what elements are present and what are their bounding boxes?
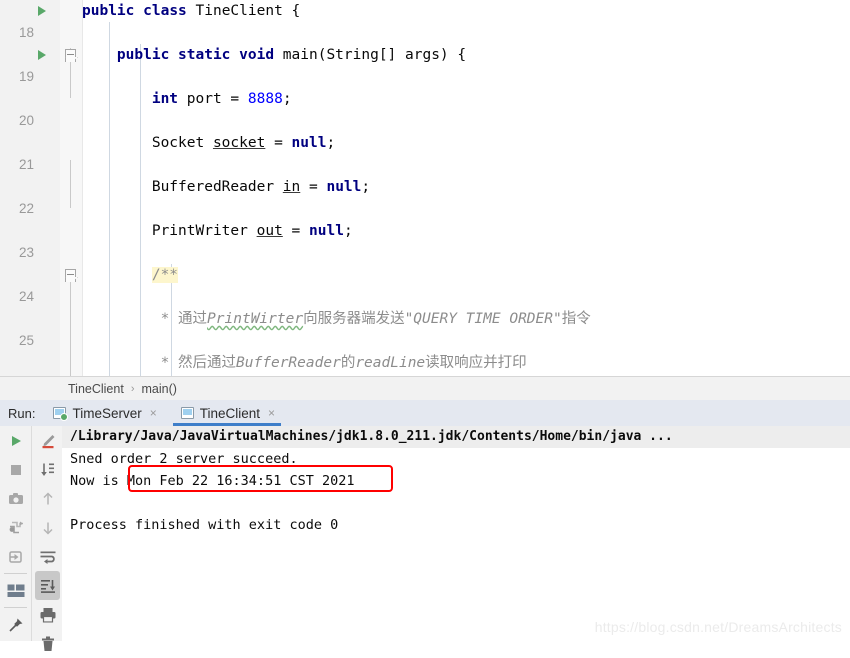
line-number: 22 — [18, 201, 34, 216]
console-line: Sned order 2 server succeed. — [70, 451, 298, 467]
camera-snapshot-icon[interactable] — [0, 484, 31, 513]
code-text: /** — [151, 267, 179, 283]
console-line: Now is Mon Feb 22 16:34:51 CST 2021 — [70, 473, 355, 489]
breadcrumb[interactable]: TineClient › main() — [0, 376, 850, 402]
down-arrow-icon[interactable] — [32, 513, 63, 542]
tab-label: TimeServer — [72, 405, 142, 421]
breadcrumb-item-class[interactable]: TineClient — [68, 382, 124, 396]
tab-tineclient[interactable]: TineClient × — [172, 400, 282, 426]
line-number: 25 — [18, 333, 34, 348]
run-gutter-arrow-icon[interactable] — [38, 50, 46, 60]
breadcrumb-item-method[interactable]: main() — [141, 382, 176, 396]
line-number: 18 — [18, 25, 34, 40]
code-lines[interactable]: 18 public class TineClient { 19 public s… — [0, 0, 850, 376]
tab-timeserver[interactable]: TimeServer × — [45, 400, 162, 426]
run-gutter-arrow-icon[interactable] — [38, 6, 46, 16]
code-text: public static void main(String[] args) { — [116, 47, 467, 63]
toolbar-divider — [4, 573, 27, 574]
fold-arrow-icon[interactable] — [65, 49, 76, 62]
code-text: * 通过PrintWirter向服务器端发送"QUERY TIME ORDER"… — [160, 311, 591, 327]
code-line[interactable]: 20 int port = 8888; — [0, 88, 850, 128]
pin-tab-icon[interactable] — [0, 610, 31, 639]
trash-icon[interactable] — [32, 629, 63, 658]
close-icon[interactable]: × — [268, 407, 275, 419]
run-tool-window: /Library/Java/JavaVirtualMachines/jdk1.8… — [0, 426, 850, 651]
code-line[interactable]: 21 Socket socket = null; — [0, 132, 850, 172]
run-panel-label: Run: — [8, 405, 36, 421]
code-line[interactable]: 26 * 然后通过BufferReader的readLine读取响应并打印 — [0, 352, 850, 374]
print-icon[interactable] — [32, 600, 63, 629]
console-line-exit: Process finished with exit code 0 — [70, 517, 339, 533]
line-number: 20 — [18, 113, 34, 128]
close-icon[interactable]: × — [150, 407, 157, 419]
use-soft-wraps-icon[interactable] — [32, 542, 63, 571]
code-text: Socket socket = null; — [151, 135, 336, 151]
tab-label: TineClient — [199, 405, 261, 421]
dump-threads-icon[interactable] — [0, 513, 31, 542]
code-line[interactable]: 24 /** — [0, 264, 850, 304]
run-config-icon — [53, 407, 69, 421]
watermark: https://blog.csdn.net/DreamsArchitects — [594, 619, 842, 635]
code-editor[interactable]: 18 public class TineClient { 19 public s… — [0, 0, 850, 376]
console-output[interactable]: /Library/Java/JavaVirtualMachines/jdk1.8… — [62, 426, 850, 641]
run-config-icon — [180, 407, 194, 419]
code-line[interactable]: 19 public static void main(String[] args… — [0, 44, 850, 84]
code-text: public class TineClient { — [82, 3, 301, 19]
rerun-play-icon[interactable] — [0, 426, 31, 455]
fold-arrow-icon[interactable] — [65, 269, 76, 282]
code-text: BufferedReader in = null; — [151, 179, 371, 195]
code-line[interactable]: 22 BufferedReader in = null; — [0, 176, 850, 216]
soft-wrap-pen-icon[interactable] — [32, 426, 63, 455]
line-number: 23 — [18, 245, 34, 260]
line-number: 24 — [18, 289, 34, 304]
resume-program-icon[interactable] — [0, 542, 31, 571]
stop-square-icon[interactable] — [0, 455, 31, 484]
toolbar-divider — [4, 607, 27, 608]
code-line[interactable]: 25 * 通过PrintWirter向服务器端发送"QUERY TIME ORD… — [0, 308, 850, 348]
line-number: 19 — [18, 69, 34, 84]
code-text: int port = 8888; — [151, 91, 292, 107]
run-tool-window-tabs[interactable]: Run: TimeServer × TineClient × — [0, 400, 850, 427]
scroll-to-end-icon[interactable] — [32, 455, 63, 484]
code-text: * 然后通过BufferReader的readLine读取响应并打印 — [160, 355, 527, 371]
run-toolbar-right-column[interactable] — [31, 426, 63, 651]
breadcrumb-separator-icon: › — [130, 383, 135, 395]
up-arrow-icon[interactable] — [32, 484, 63, 513]
scroll-to-end-selected-icon[interactable] — [35, 571, 60, 600]
code-line[interactable]: 23 PrintWriter out = null; — [0, 220, 850, 260]
run-toolbar[interactable] — [0, 426, 63, 651]
code-text: PrintWriter out = null; — [151, 223, 353, 239]
running-indicator-dot — [60, 413, 69, 421]
line-number: 21 — [18, 157, 34, 172]
layout-settings-icon[interactable] — [0, 576, 31, 605]
console-line-command: /Library/Java/JavaVirtualMachines/jdk1.8… — [62, 426, 850, 448]
run-toolbar-left-column[interactable] — [0, 426, 31, 641]
code-line[interactable]: 18 public class TineClient { — [0, 0, 850, 40]
intellij-idea-window: 18 public class TineClient { 19 public s… — [0, 0, 850, 651]
